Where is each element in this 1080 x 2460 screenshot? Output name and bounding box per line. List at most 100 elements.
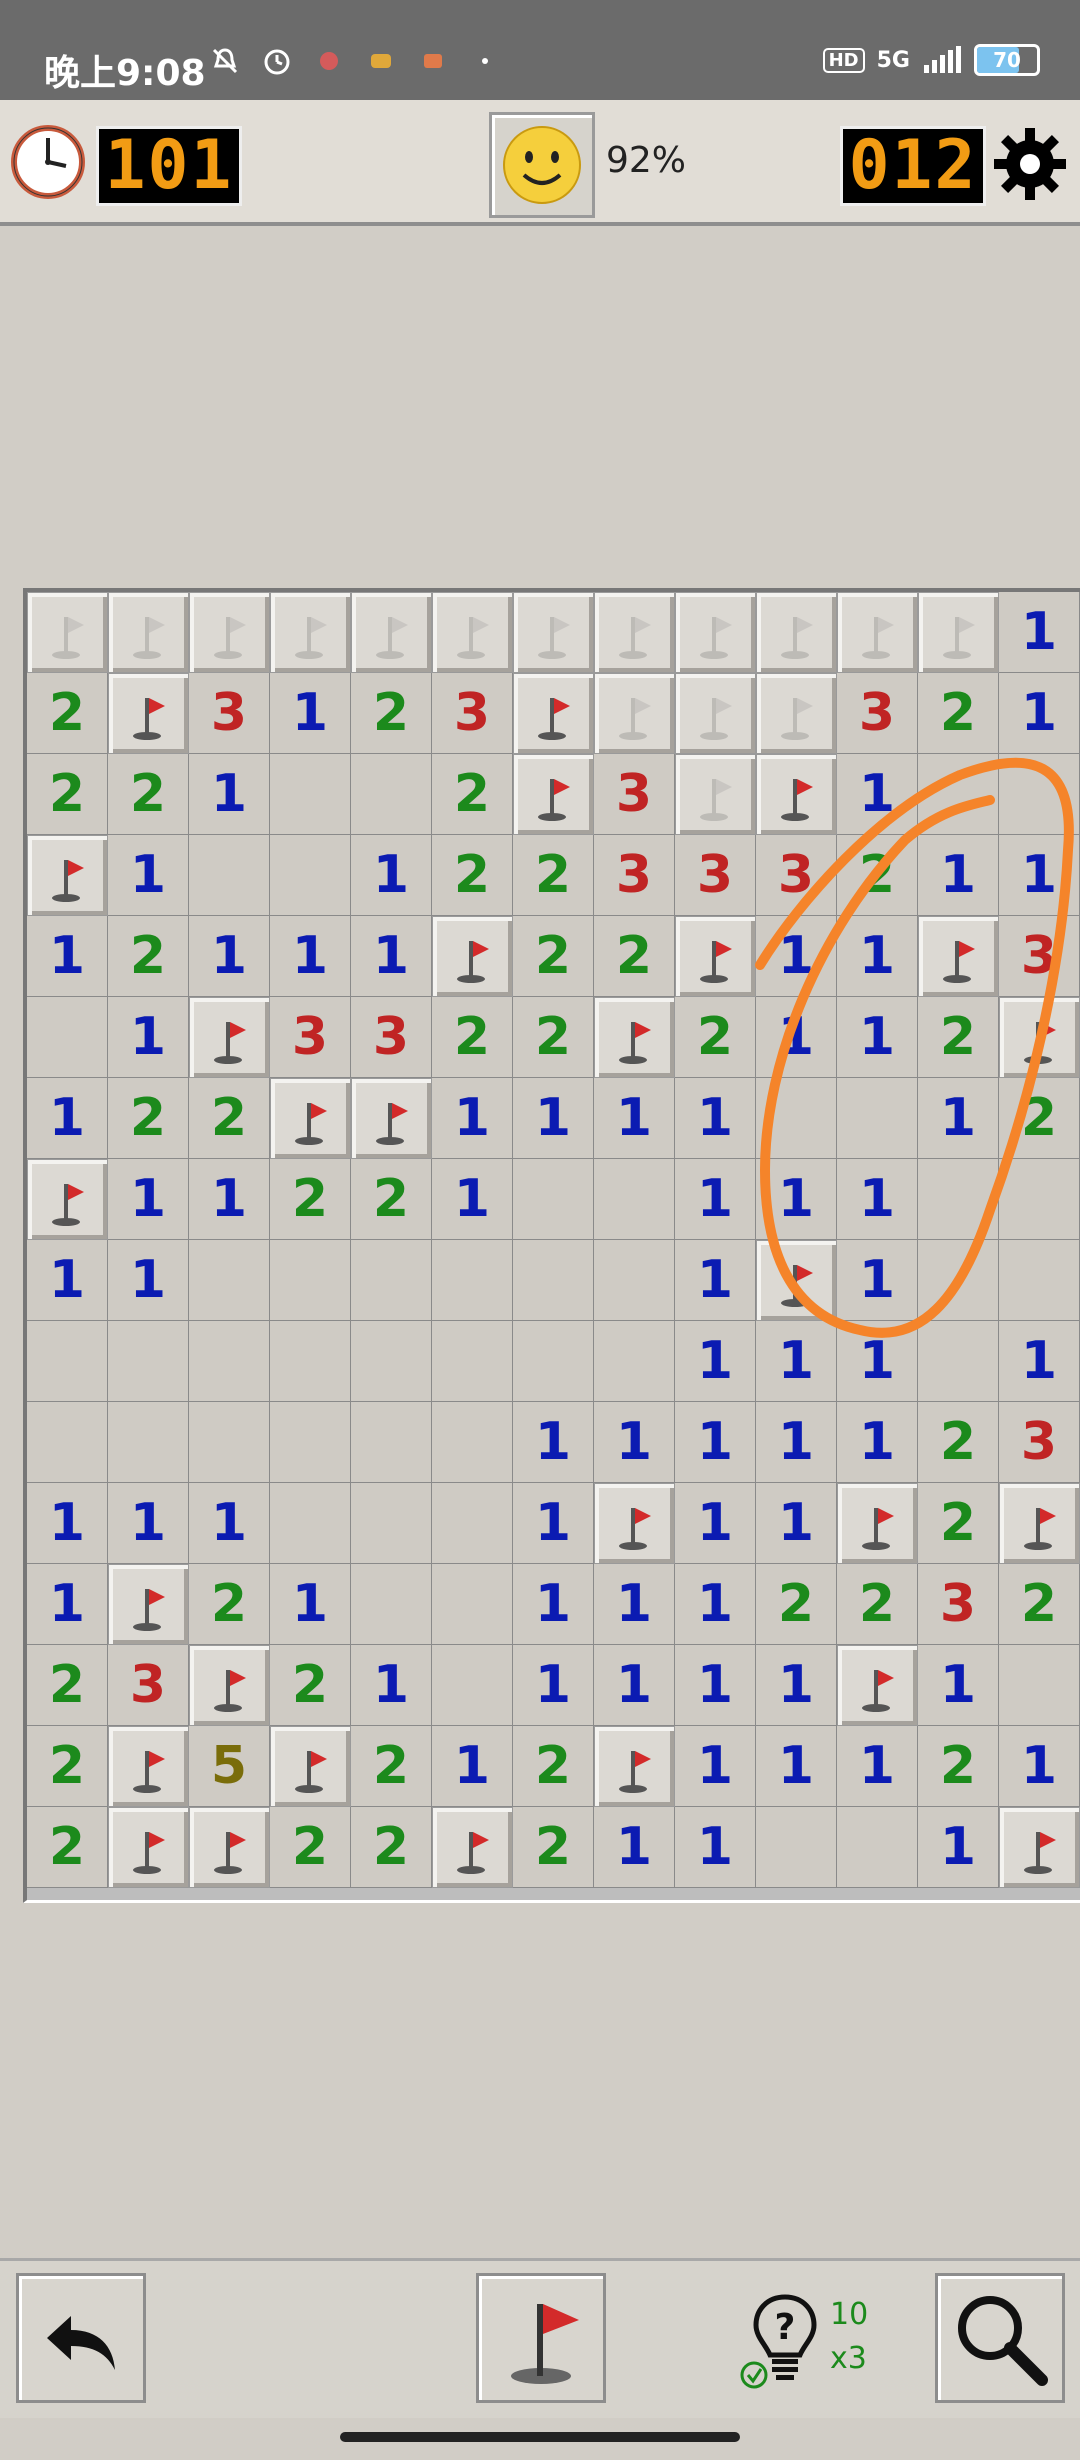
gear-icon[interactable] [990, 124, 1070, 204]
number-tile[interactable]: 2 [918, 1483, 999, 1564]
home-indicator[interactable] [340, 2432, 740, 2442]
number-tile[interactable]: 3 [189, 673, 270, 754]
empty-tile[interactable] [351, 1564, 432, 1645]
number-tile[interactable]: 1 [756, 1645, 837, 1726]
flagged-tile[interactable] [918, 916, 999, 997]
number-tile[interactable]: 1 [756, 916, 837, 997]
number-tile[interactable]: 2 [189, 1078, 270, 1159]
number-tile[interactable]: 1 [675, 1564, 756, 1645]
number-tile[interactable]: 1 [594, 1564, 675, 1645]
empty-tile[interactable] [270, 835, 351, 916]
number-tile[interactable]: 1 [675, 1483, 756, 1564]
flagged-tile[interactable] [756, 754, 837, 835]
empty-tile[interactable] [594, 1240, 675, 1321]
number-tile[interactable]: 2 [999, 1078, 1080, 1159]
number-tile[interactable]: 1 [594, 1807, 675, 1888]
number-tile[interactable]: 1 [837, 1159, 918, 1240]
flagged-tile[interactable] [108, 1807, 189, 1888]
flagged-tile[interactable] [675, 916, 756, 997]
number-tile[interactable]: 3 [594, 835, 675, 916]
number-tile[interactable]: 2 [108, 754, 189, 835]
number-tile[interactable]: 1 [999, 1321, 1080, 1402]
number-tile[interactable]: 1 [351, 916, 432, 997]
number-tile[interactable]: 1 [918, 1807, 999, 1888]
flagged-tile[interactable] [108, 673, 189, 754]
number-tile[interactable]: 2 [27, 1807, 108, 1888]
number-tile[interactable]: 1 [351, 1645, 432, 1726]
number-tile[interactable]: 3 [432, 673, 513, 754]
flagged-tile[interactable] [513, 754, 594, 835]
number-tile[interactable]: 2 [351, 1726, 432, 1807]
number-tile[interactable]: 1 [108, 835, 189, 916]
empty-tile[interactable] [432, 1240, 513, 1321]
covered-tile[interactable] [189, 592, 270, 673]
number-tile[interactable]: 1 [513, 1402, 594, 1483]
number-tile[interactable]: 1 [756, 997, 837, 1078]
empty-tile[interactable] [27, 1402, 108, 1483]
number-tile[interactable]: 1 [189, 916, 270, 997]
number-tile[interactable]: 1 [675, 1159, 756, 1240]
empty-tile[interactable] [999, 1645, 1080, 1726]
lightbulb-hint-icon[interactable]: ? [740, 2291, 830, 2391]
number-tile[interactable]: 1 [675, 1321, 756, 1402]
covered-tile[interactable] [513, 592, 594, 673]
number-tile[interactable]: 1 [675, 1078, 756, 1159]
covered-tile[interactable] [594, 673, 675, 754]
number-tile[interactable]: 2 [270, 1645, 351, 1726]
empty-tile[interactable] [270, 1402, 351, 1483]
empty-tile[interactable] [351, 1483, 432, 1564]
number-tile[interactable]: 1 [756, 1402, 837, 1483]
flagged-tile[interactable] [351, 1078, 432, 1159]
number-tile[interactable]: 1 [594, 1078, 675, 1159]
empty-tile[interactable] [189, 1240, 270, 1321]
number-tile[interactable]: 1 [837, 916, 918, 997]
empty-tile[interactable] [513, 1240, 594, 1321]
number-tile[interactable]: 3 [108, 1645, 189, 1726]
empty-tile[interactable] [999, 1159, 1080, 1240]
flagged-tile[interactable] [27, 835, 108, 916]
flagged-tile[interactable] [999, 1807, 1080, 1888]
number-tile[interactable]: 2 [513, 1726, 594, 1807]
number-tile[interactable]: 2 [918, 673, 999, 754]
number-tile[interactable]: 1 [270, 916, 351, 997]
number-tile[interactable]: 1 [108, 1483, 189, 1564]
covered-tile[interactable] [756, 673, 837, 754]
number-tile[interactable]: 2 [27, 1645, 108, 1726]
flagged-tile[interactable] [594, 1726, 675, 1807]
number-tile[interactable]: 2 [756, 1564, 837, 1645]
empty-tile[interactable] [189, 835, 270, 916]
number-tile[interactable]: 2 [108, 1078, 189, 1159]
empty-tile[interactable] [189, 1402, 270, 1483]
flagged-tile[interactable] [837, 1645, 918, 1726]
number-tile[interactable]: 1 [594, 1402, 675, 1483]
empty-tile[interactable] [351, 754, 432, 835]
empty-tile[interactable] [351, 1240, 432, 1321]
number-tile[interactable]: 1 [189, 1159, 270, 1240]
empty-tile[interactable] [999, 754, 1080, 835]
number-tile[interactable]: 2 [270, 1159, 351, 1240]
empty-tile[interactable] [999, 1240, 1080, 1321]
number-tile[interactable]: 3 [918, 1564, 999, 1645]
empty-tile[interactable] [270, 1321, 351, 1402]
empty-tile[interactable] [27, 1321, 108, 1402]
number-tile[interactable]: 2 [432, 754, 513, 835]
covered-tile[interactable] [837, 592, 918, 673]
number-tile[interactable]: 1 [270, 673, 351, 754]
flagged-tile[interactable] [27, 1159, 108, 1240]
empty-tile[interactable] [513, 1159, 594, 1240]
covered-tile[interactable] [108, 592, 189, 673]
flagged-tile[interactable] [189, 997, 270, 1078]
number-tile[interactable]: 1 [270, 1564, 351, 1645]
empty-tile[interactable] [351, 1402, 432, 1483]
number-tile[interactable]: 1 [837, 1726, 918, 1807]
flagged-tile[interactable] [189, 1807, 270, 1888]
flagged-tile[interactable] [999, 997, 1080, 1078]
covered-tile[interactable] [675, 592, 756, 673]
number-tile[interactable]: 2 [918, 1402, 999, 1483]
covered-tile[interactable] [432, 592, 513, 673]
number-tile[interactable]: 2 [513, 1807, 594, 1888]
empty-tile[interactable] [351, 1321, 432, 1402]
number-tile[interactable]: 1 [675, 1240, 756, 1321]
number-tile[interactable]: 1 [513, 1645, 594, 1726]
number-tile[interactable]: 1 [837, 1402, 918, 1483]
